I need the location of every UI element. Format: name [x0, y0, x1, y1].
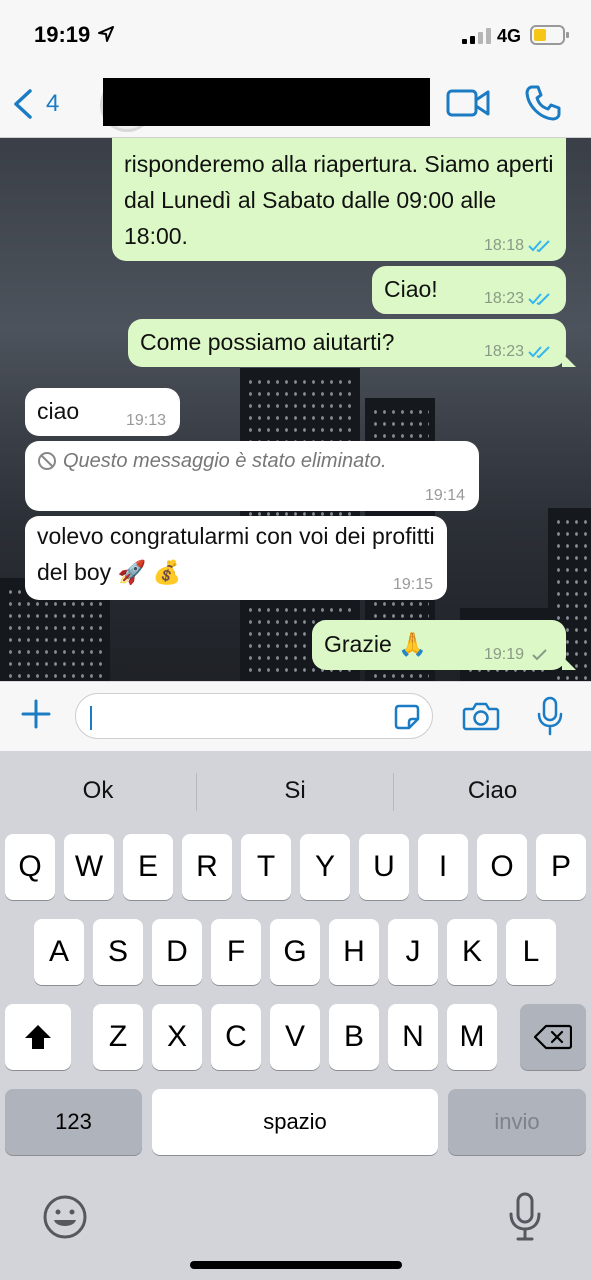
- sent-tick-icon: [532, 649, 547, 661]
- message-meta: 19:14: [425, 487, 465, 505]
- key-v[interactable]: V: [270, 1004, 320, 1070]
- message-time: 18:23: [483, 290, 524, 307]
- read-ticks-icon: [528, 346, 550, 359]
- key-s[interactable]: S: [93, 919, 143, 985]
- video-call-icon[interactable]: [446, 86, 490, 120]
- key-g[interactable]: G: [270, 919, 320, 985]
- camera-icon[interactable]: [462, 700, 500, 732]
- message-bubble[interactable]: ciao 19:13: [25, 388, 180, 436]
- battery-icon: [530, 25, 569, 45]
- text-caret: [90, 706, 92, 730]
- key-q[interactable]: Q: [5, 834, 55, 900]
- key-o[interactable]: O: [477, 834, 527, 900]
- key-r[interactable]: R: [182, 834, 232, 900]
- key-k[interactable]: K: [447, 919, 497, 985]
- key-e[interactable]: E: [123, 834, 173, 900]
- contact-name-redacted[interactable]: [103, 78, 430, 126]
- message-input[interactable]: [75, 693, 433, 739]
- backspace-icon: [534, 1024, 572, 1050]
- message-bubble[interactable]: risponderemo alla riapertura. Siamo aper…: [112, 138, 566, 261]
- message-bubble[interactable]: volevo congratularmi con voi dei profitt…: [25, 516, 447, 600]
- message-time: 19:19: [483, 646, 524, 663]
- read-ticks-icon: [528, 240, 550, 253]
- keyboard: Ok Si Ciao Q W E R T Y U I O P A S D F G…: [0, 751, 591, 1280]
- back-chevron-icon: [14, 89, 32, 119]
- ban-icon: [38, 452, 56, 470]
- return-key[interactable]: invio: [448, 1089, 586, 1155]
- key-w[interactable]: W: [64, 834, 114, 900]
- chat-header: 4: [0, 72, 591, 138]
- key-a[interactable]: A: [34, 919, 84, 985]
- plus-icon[interactable]: [20, 698, 52, 730]
- suggestion-si[interactable]: Si: [197, 751, 393, 831]
- backspace-key[interactable]: [520, 1004, 586, 1070]
- read-ticks-icon: [528, 293, 550, 306]
- key-u[interactable]: U: [359, 834, 409, 900]
- message-meta: 19:15: [393, 576, 433, 594]
- key-j[interactable]: J: [388, 919, 438, 985]
- space-key[interactable]: spazio: [152, 1089, 438, 1155]
- message-time: 19:14: [424, 487, 465, 504]
- sticker-icon[interactable]: [393, 703, 421, 731]
- message-bubble[interactable]: Come possiamo aiutarti? 18:23: [128, 319, 576, 367]
- dictation-mic-icon[interactable]: [508, 1192, 542, 1242]
- message-meta: 19:13: [126, 412, 166, 430]
- message-time: 19:15: [392, 576, 433, 593]
- message-meta: 18:23: [484, 290, 552, 308]
- key-c[interactable]: C: [211, 1004, 261, 1070]
- message-text: volevo congratularmi con voi dei profitt…: [37, 523, 435, 585]
- message-text: Grazie 🙏: [324, 631, 427, 657]
- bubble-tail: [562, 656, 576, 670]
- key-b[interactable]: B: [329, 1004, 379, 1070]
- deleted-message: Questo messaggio è stato eliminato.: [37, 443, 467, 479]
- phone-icon[interactable]: [524, 84, 562, 122]
- message-text: Come possiamo aiutarti?: [140, 329, 395, 355]
- message-meta: 18:18: [484, 237, 552, 255]
- home-indicator: [190, 1261, 402, 1269]
- numbers-key[interactable]: 123: [5, 1089, 142, 1155]
- message-time: 19:13: [125, 412, 166, 429]
- message-bubble[interactable]: Grazie 🙏 19:19: [312, 620, 576, 670]
- network-type: 4G: [497, 26, 522, 46]
- key-x[interactable]: X: [152, 1004, 202, 1070]
- key-n[interactable]: N: [388, 1004, 438, 1070]
- key-y[interactable]: Y: [300, 834, 350, 900]
- signal-icon: [462, 28, 491, 44]
- key-t[interactable]: T: [241, 834, 291, 900]
- key-p[interactable]: P: [536, 834, 586, 900]
- message-meta: 18:23: [484, 343, 552, 361]
- shift-key[interactable]: [5, 1004, 71, 1070]
- key-z[interactable]: Z: [93, 1004, 143, 1070]
- status-bar: 19:19 4G: [0, 0, 591, 72]
- unread-count: 4: [46, 90, 60, 117]
- suggestion-ok[interactable]: Ok: [0, 751, 196, 831]
- message-meta: 19:19: [484, 646, 552, 664]
- mic-icon[interactable]: [536, 696, 564, 736]
- back-button[interactable]: 4: [10, 82, 59, 126]
- key-f[interactable]: F: [211, 919, 261, 985]
- shift-icon: [25, 1025, 51, 1049]
- composer-bar: [0, 681, 591, 751]
- chat-area[interactable]: risponderemo alla riapertura. Siamo aper…: [0, 138, 591, 681]
- status-time: 19:19: [34, 22, 91, 47]
- key-h[interactable]: H: [329, 919, 379, 985]
- message-time: 18:18: [483, 237, 524, 254]
- key-m[interactable]: M: [447, 1004, 497, 1070]
- message-bubble[interactable]: Questo messaggio è stato eliminato. 19:1…: [25, 441, 479, 511]
- message-text: Ciao!: [384, 276, 438, 302]
- message-text: ciao: [37, 398, 80, 424]
- key-i[interactable]: I: [418, 834, 468, 900]
- bubble-tail: [562, 353, 576, 367]
- emoji-icon[interactable]: [42, 1194, 88, 1240]
- message-time: 18:23: [483, 343, 524, 360]
- message-text: risponderemo alla riapertura. Siamo aper…: [124, 151, 554, 249]
- key-d[interactable]: D: [152, 919, 202, 985]
- message-bubble[interactable]: Ciao! 18:23: [372, 266, 566, 314]
- message-text: Questo messaggio è stato eliminato.: [63, 450, 387, 472]
- key-l[interactable]: L: [506, 919, 556, 985]
- suggestion-ciao[interactable]: Ciao: [394, 751, 591, 831]
- location-arrow-icon: [98, 26, 114, 42]
